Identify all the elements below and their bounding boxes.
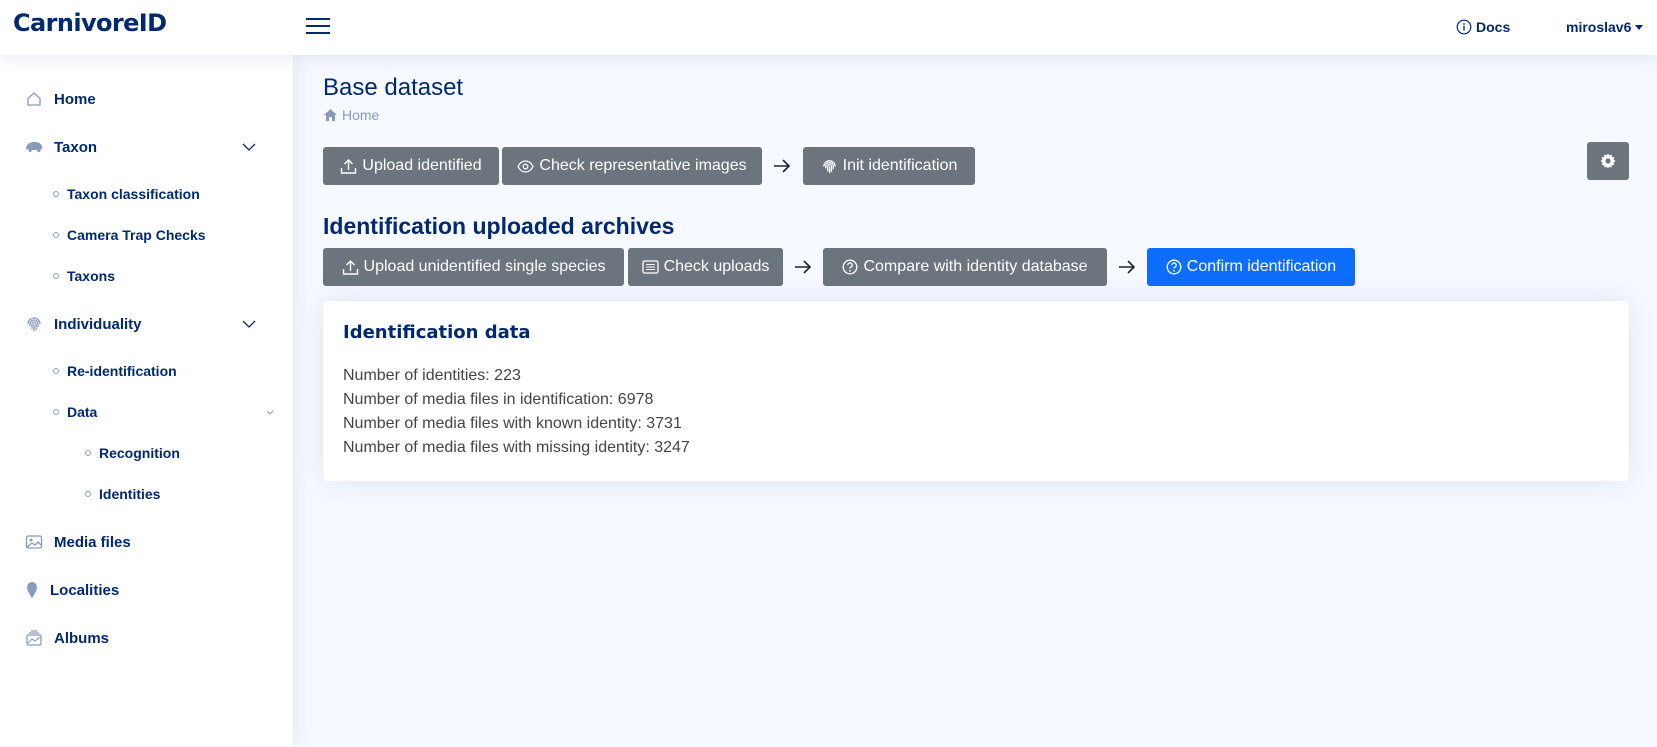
confirm-identification-button[interactable]: Confirm identification xyxy=(1147,248,1355,286)
fingerprint-icon xyxy=(822,159,836,173)
upload-icon xyxy=(342,259,358,275)
breadcrumb[interactable]: Home xyxy=(323,106,379,124)
top-header: CarnivoreID Docs miroslav6 xyxy=(0,0,1657,55)
button-label: Confirm identification xyxy=(1186,258,1337,275)
stat-media-files-in-identification: Number of media files in identification:… xyxy=(343,391,654,408)
sidebar-item-label: Taxon classification xyxy=(67,186,200,202)
sidebar-item-albums[interactable]: Albums xyxy=(24,625,109,651)
sidebar-item-label: Taxons xyxy=(67,268,115,284)
bullet-icon xyxy=(53,368,59,374)
sidebar-item-label: Recognition xyxy=(99,445,180,461)
stat-media-files-known-identity: Number of media files with known identit… xyxy=(343,415,682,432)
sidebar-item-label: Identities xyxy=(99,486,161,502)
album-icon xyxy=(24,629,44,647)
hamburger-menu-icon[interactable] xyxy=(306,16,330,36)
chevron-down-icon[interactable] xyxy=(266,408,274,416)
sidebar-item-label: Albums xyxy=(54,629,110,647)
upload-identified-button[interactable]: Upload identified xyxy=(323,147,499,185)
map-pin-icon xyxy=(24,581,40,599)
check-representative-images-button[interactable]: Check representative images xyxy=(502,147,762,185)
settings-button[interactable] xyxy=(1587,142,1629,180)
chevron-up-icon[interactable] xyxy=(242,140,256,154)
sidebar-item-taxon-classification[interactable]: Taxon classification xyxy=(53,183,200,205)
sidebar-item-taxon[interactable]: Taxon xyxy=(24,134,97,160)
sidebar-item-data[interactable]: Data xyxy=(53,401,97,423)
house-icon xyxy=(24,90,44,108)
sidebar-item-home[interactable]: Home xyxy=(24,86,96,112)
arrow-right-icon xyxy=(774,159,791,173)
sidebar-item-media-files[interactable]: Media files xyxy=(24,529,131,555)
sidebar-item-individuality[interactable]: Individuality xyxy=(24,311,142,337)
sidebar-item-localities[interactable]: Localities xyxy=(24,577,119,603)
button-label: Upload identified xyxy=(362,157,482,174)
app-logo[interactable]: CarnivoreID xyxy=(13,9,167,37)
upload-unidentified-button[interactable]: Upload unidentified single species xyxy=(323,248,624,286)
button-label: Check representative images xyxy=(539,157,747,174)
button-label: Check uploads xyxy=(663,258,770,275)
card-title: Identification data xyxy=(343,322,531,343)
list-icon xyxy=(641,260,659,274)
sidebar: Home Taxon Taxon classification Camera T… xyxy=(0,55,293,747)
bullet-icon xyxy=(53,273,59,279)
sidebar-item-label: Individuality xyxy=(54,315,142,333)
arrow-right-icon xyxy=(1119,260,1136,274)
sidebar-item-label: Home xyxy=(54,90,96,108)
bullet-icon xyxy=(85,491,91,497)
sidebar-item-label: Data xyxy=(67,404,98,420)
user-menu[interactable]: miroslav6 xyxy=(1566,17,1644,37)
arrow-right-icon xyxy=(795,260,812,274)
bullet-icon xyxy=(53,191,59,197)
image-icon xyxy=(24,533,44,551)
bullet-icon xyxy=(53,409,59,415)
page-title: Base dataset xyxy=(323,74,464,101)
sidebar-item-recognition[interactable]: Recognition xyxy=(85,442,180,464)
sidebar-item-camera-trap-checks[interactable]: Camera Trap Checks xyxy=(53,224,206,246)
caret-down-icon xyxy=(1635,24,1644,30)
bullet-icon xyxy=(85,450,91,456)
init-identification-button[interactable]: Init identification xyxy=(803,147,975,185)
sidebar-item-label: Taxon xyxy=(54,138,98,156)
compare-identity-database-button[interactable]: Compare with identity database xyxy=(823,248,1107,286)
docs-link[interactable]: Docs xyxy=(1456,17,1510,37)
bullet-icon xyxy=(53,232,59,238)
eye-icon xyxy=(517,159,535,173)
question-circle-icon xyxy=(842,259,858,275)
question-circle-icon xyxy=(1166,259,1182,275)
upload-icon xyxy=(341,158,357,174)
sidebar-item-label: Re-identification xyxy=(67,363,177,379)
identification-data-card: Identification data Number of identities… xyxy=(323,301,1629,481)
button-label: Init identification xyxy=(842,157,958,174)
button-label: Upload unidentified single species xyxy=(363,258,606,275)
fingerprint-icon xyxy=(24,315,44,333)
check-uploads-button[interactable]: Check uploads xyxy=(628,248,783,286)
sidebar-item-label: Camera Trap Checks xyxy=(67,227,206,243)
sidebar-item-re-identification[interactable]: Re-identification xyxy=(53,360,177,382)
sidebar-item-taxons[interactable]: Taxons xyxy=(53,265,115,287)
button-label: Compare with identity database xyxy=(863,258,1088,275)
gear-icon xyxy=(1600,153,1616,169)
sidebar-item-identities[interactable]: Identities xyxy=(85,483,160,505)
chevron-up-icon[interactable] xyxy=(242,317,256,331)
sidebar-item-label: Localities xyxy=(50,581,120,599)
section-title: Identification uploaded archives xyxy=(323,213,675,239)
animal-icon xyxy=(24,138,44,156)
stat-media-files-missing-identity: Number of media files with missing ident… xyxy=(343,439,690,456)
stat-identities: Number of identities: 223 xyxy=(343,367,521,384)
info-circle-icon xyxy=(1456,19,1472,35)
breadcrumb-home: Home xyxy=(342,107,380,123)
user-name: miroslav6 xyxy=(1566,19,1632,35)
docs-label: Docs xyxy=(1476,19,1511,35)
house-fill-icon xyxy=(324,109,337,121)
sidebar-item-label: Media files xyxy=(54,533,131,551)
